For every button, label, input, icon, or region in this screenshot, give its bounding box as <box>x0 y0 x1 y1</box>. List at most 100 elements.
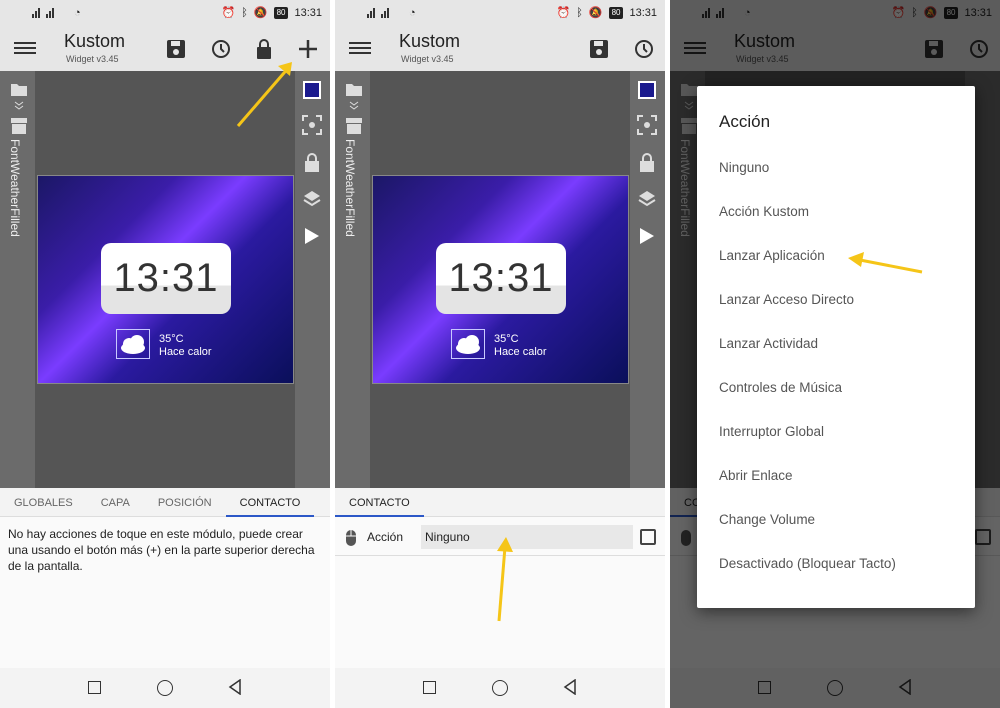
status-bar: ◔ ⏰ ᛒ 🔕 80 13:31 <box>335 0 665 27</box>
action-checkbox[interactable] <box>640 529 656 545</box>
tab-posicion[interactable]: POSICIÓN <box>144 488 226 517</box>
back-button[interactable] <box>228 679 242 695</box>
right-toolbar <box>295 71 330 488</box>
left-toolbar: FontWeatherFilled <box>0 71 35 488</box>
app-title: Kustom <box>64 31 126 51</box>
editor-canvas[interactable]: FontWeatherFilled 13:31 35°C Hace calor <box>335 71 665 488</box>
recents-button[interactable] <box>423 681 436 694</box>
status-right: ⏰ ᛒ 🔕 80 13:31 <box>222 6 322 19</box>
alarm-icon: ⏰ <box>221 7 236 19</box>
battery-icon: 80 <box>273 6 289 19</box>
status-bar: ◔ ⏰ ᛒ 🔕 80 13:31 <box>0 0 330 27</box>
option-accion-kustom[interactable]: Acción Kustom <box>719 204 809 219</box>
menu-icon[interactable] <box>349 39 371 57</box>
right-toolbar <box>630 71 665 488</box>
komponent-icon <box>11 118 27 134</box>
temperature: 35°C <box>494 333 519 345</box>
chevron-down-icon <box>349 101 359 110</box>
arrow-indicator <box>848 252 923 274</box>
save-icon[interactable] <box>162 35 190 63</box>
lock-icon <box>305 153 319 172</box>
widget-preview[interactable]: 13:31 35°C Hace calor <box>372 175 629 384</box>
layers-icon <box>638 191 656 207</box>
nav-bar <box>335 668 665 708</box>
preview-thumb-icon[interactable] <box>303 81 321 99</box>
back-button[interactable] <box>563 679 577 695</box>
tab-contacto[interactable]: CONTACTO <box>225 488 315 517</box>
phone-screen-1: ◔ ⏰ ᛒ 🔕 80 13:31 Kustom Widget v3.45 Fon… <box>0 0 330 708</box>
editor-canvas[interactable]: FontWeatherFilled 13:31 35°C Hace calor <box>0 71 330 488</box>
home-button[interactable] <box>157 680 173 696</box>
lock-icon <box>640 153 654 172</box>
option-desactivado[interactable]: Desactivado (Bloquear Tacto) <box>719 556 896 571</box>
empty-message: No hay acciones de toque en este módulo,… <box>8 527 315 573</box>
focus-icon <box>637 115 657 135</box>
app-subtitle: Widget v3.45 <box>66 54 119 64</box>
clock-display: 13:31 <box>101 243 231 314</box>
nav-bar <box>0 668 330 708</box>
weather-text: 35°C Hace calor <box>494 333 547 359</box>
signal-icon <box>367 8 389 18</box>
widget-preview[interactable]: 13:31 35°C Hace calor <box>37 175 294 384</box>
tab-bar: CONTACTO <box>335 488 665 517</box>
option-abrir-enlace[interactable]: Abrir Enlace <box>719 468 793 483</box>
focus-icon <box>302 115 322 135</box>
arrow-indicator <box>497 537 513 622</box>
tab-contacto[interactable]: CONTACTO <box>335 488 424 517</box>
option-interruptor-global[interactable]: Interruptor Global <box>719 424 824 439</box>
preview-thumb-icon[interactable] <box>638 81 656 99</box>
clock-display: 13:31 <box>436 243 566 314</box>
wifi-icon: ◔ <box>74 7 81 19</box>
bluetooth-icon: ᛒ <box>241 6 248 19</box>
mute-icon: 🔕 <box>253 7 268 19</box>
weather-condition: Hace calor <box>159 346 212 358</box>
option-change-volume[interactable]: Change Volume <box>719 512 815 527</box>
chevron-down-icon <box>14 101 24 110</box>
weather-widget: 35°C Hace calor <box>451 329 571 364</box>
app-subtitle: Widget v3.45 <box>401 54 454 64</box>
signal-icons: ◔ <box>32 7 81 19</box>
signal-icon <box>32 8 54 18</box>
option-ninguno[interactable]: Ninguno <box>719 160 769 175</box>
clock-text: 13:31 <box>294 6 322 19</box>
home-button[interactable] <box>492 680 508 696</box>
mute-icon: 🔕 <box>588 7 603 19</box>
battery-icon: 80 <box>608 6 624 19</box>
option-lanzar-actividad[interactable]: Lanzar Actividad <box>719 336 818 351</box>
option-lanzar-aplicacion[interactable]: Lanzar Aplicación <box>719 248 825 263</box>
menu-icon[interactable] <box>14 39 36 57</box>
signal-icons: ◔ <box>367 7 416 19</box>
option-controles-musica[interactable]: Controles de Música <box>719 380 842 395</box>
clock-text: 13:31 <box>629 6 657 19</box>
weather-widget: 35°C Hace calor <box>116 329 236 364</box>
history-icon[interactable] <box>629 35 657 63</box>
module-name: FontWeatherFilled <box>343 139 357 237</box>
history-icon[interactable] <box>206 35 234 63</box>
folder-icon <box>11 84 27 96</box>
temperature: 35°C <box>159 333 184 345</box>
weather-condition: Hace calor <box>494 346 547 358</box>
app-bar: Kustom Widget v3.45 <box>335 27 665 71</box>
dialog-title: Acción <box>719 112 771 131</box>
recents-button[interactable] <box>88 681 101 694</box>
app-title: Kustom <box>399 31 461 51</box>
action-label: Acción <box>367 530 404 544</box>
cloud-icon <box>451 329 485 359</box>
left-toolbar: FontWeatherFilled <box>335 71 370 488</box>
save-icon[interactable] <box>585 35 613 63</box>
alarm-icon: ⏰ <box>556 7 571 19</box>
action-value[interactable]: Ninguno <box>421 525 633 549</box>
option-lanzar-acceso-directo[interactable]: Lanzar Acceso Directo <box>719 292 854 307</box>
tab-bar: GLOBALES CAPA POSICIÓN CONTACTO <box>0 488 330 517</box>
action-dialog: Acción Ninguno Acción Kustom Lanzar Apli… <box>697 86 975 608</box>
phone-screen-2: ◔ ⏰ ᛒ 🔕 80 13:31 Kustom Widget v3.45 Fon… <box>335 0 665 708</box>
weather-text: 35°C Hace calor <box>159 333 212 359</box>
komponent-icon <box>346 118 362 134</box>
tab-capa[interactable]: CAPA <box>87 488 144 517</box>
tab-globales[interactable]: GLOBALES <box>0 488 87 517</box>
phone-screen-3: ◔ ⏰ ᛒ 🔕 80 13:31 Kustom Widget v3.45 Fon… <box>670 0 1000 708</box>
folder-icon <box>346 84 362 96</box>
arrow-indicator <box>236 62 292 127</box>
cloud-icon <box>116 329 150 359</box>
module-name: FontWeatherFilled <box>8 139 22 237</box>
